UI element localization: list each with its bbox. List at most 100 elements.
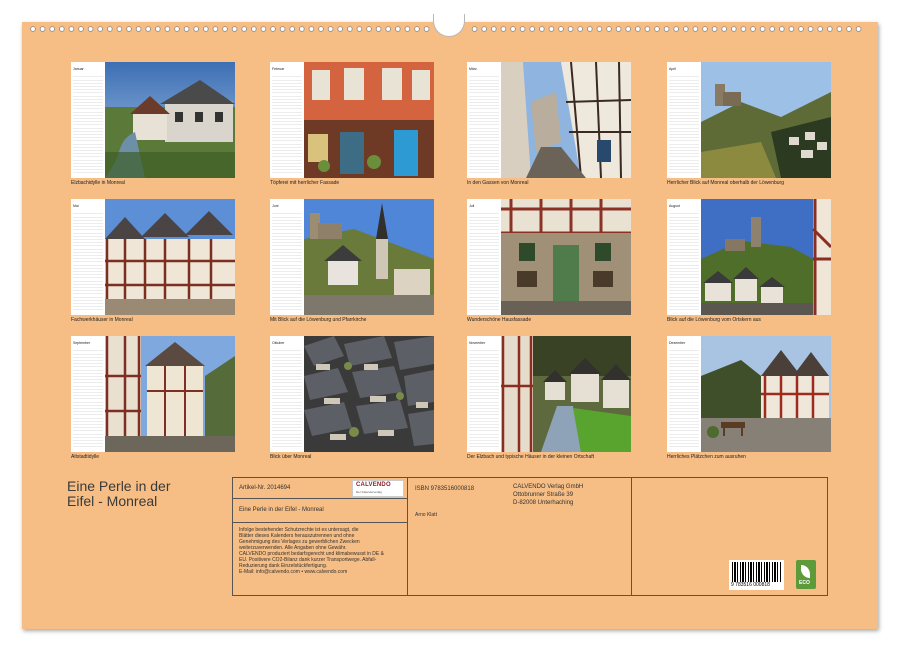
calendar-grid: Oktober: [270, 336, 304, 452]
binding-ring: [394, 26, 401, 32]
binding-ring: [193, 26, 200, 32]
binding-ring: [346, 26, 353, 32]
calendar-grid: Dezember: [667, 336, 701, 452]
binding-ring: [711, 26, 718, 32]
month-caption: Wunderschöne Hausfassade: [467, 317, 532, 323]
binding-ring: [203, 26, 209, 32]
binding-ring: [49, 26, 55, 32]
binding-ring: [318, 26, 324, 32]
month-caption: Elzbachidylle in Monreal: [71, 180, 125, 186]
eco-leaf-icon: ECO: [796, 560, 816, 589]
month-name: April: [669, 67, 677, 71]
calendar-grid: Februar: [270, 62, 304, 178]
calendar-grid: September: [71, 336, 105, 452]
product-title: Eine Perle in der Eifel - Monreal: [239, 507, 324, 513]
binding-ring: [145, 26, 152, 32]
barcode: 9 783516 000818: [729, 560, 784, 590]
binding-ring: [826, 26, 833, 32]
binding-ring: [385, 26, 392, 32]
binding-ring: [337, 26, 344, 32]
month-photo: [701, 199, 831, 315]
binding-ring: [135, 26, 142, 32]
binding-ring: [251, 26, 257, 32]
calendar-title: Eine Perle in der Eifel - Monreal: [67, 479, 171, 509]
binding-ring: [126, 26, 132, 32]
binding-ring: [481, 26, 488, 32]
title-row: Eine Perle in der Eifel - Monreal: [233, 498, 407, 523]
month-photo: [304, 199, 434, 315]
binding-ring: [615, 26, 622, 32]
binding-ring: [538, 26, 545, 32]
binding-ring: [270, 26, 276, 32]
binding-ring: [404, 26, 411, 32]
eco-label: ECO: [799, 580, 810, 586]
binding-ring: [375, 26, 382, 32]
binding-ring: [644, 26, 651, 32]
binding-ring: [836, 26, 843, 32]
binding-ring: [327, 26, 334, 32]
month-name: August: [669, 204, 680, 208]
publisher-line: Ottobrunner Straße 39: [513, 492, 574, 498]
month-caption: Mit Blick auf die Löwenburg und Pfarrkir…: [270, 317, 367, 323]
binding-ring: [308, 26, 315, 32]
article-number: Artikel-Nr. 2014694: [239, 485, 291, 491]
binding-ring: [702, 26, 708, 32]
binding-ring: [87, 26, 94, 32]
month-photo: [501, 62, 631, 178]
binding-ring: [577, 26, 583, 32]
binding-ring: [606, 26, 612, 32]
month-caption: Töpferei mit herrlicher Fassade: [270, 180, 340, 186]
binding-ring: [222, 26, 228, 32]
publisher-address: CALVENDO Verlag GmbH Ottobrunner Straße …: [513, 483, 583, 507]
binding-ring: [260, 26, 267, 32]
binding-ring: [212, 26, 219, 32]
binding-ring: [654, 26, 660, 32]
month-photo: [501, 336, 631, 452]
binding-ring: [750, 26, 756, 32]
binding-ring: [855, 26, 862, 32]
month-caption: Fachwerkhäuser in Monreal: [71, 317, 133, 323]
month-caption: Herrliches Plätzchen zum ausruhen: [667, 454, 746, 460]
calendar-grid: April: [667, 62, 701, 178]
month-photo: [701, 62, 831, 178]
month-caption: Herrlicher Blick auf Monreal oberhalb de…: [667, 180, 785, 186]
logo-subtext: Der Kalenderverlag: [356, 490, 382, 494]
month-photo: [105, 62, 235, 178]
binding-ring: [682, 26, 689, 32]
month-caption: Blick über Monreal: [270, 454, 312, 460]
month-photo: [304, 336, 434, 452]
article-row: Artikel-Nr. 2014694 CALVENDO Der Kalende…: [233, 478, 407, 499]
calendar-grid: Juni: [270, 199, 304, 315]
binding-ring: [471, 26, 478, 32]
month-photo: [501, 199, 631, 315]
binding-ring: [183, 26, 190, 32]
author: Arno Klatt: [415, 512, 437, 518]
binding-ring: [116, 26, 123, 32]
calvendo-logo: CALVENDO Der Kalenderverlag: [352, 480, 404, 497]
publisher-line: CALVENDO Verlag GmbH: [513, 484, 584, 490]
calendar-grid: August: [667, 199, 701, 315]
binding-ring: [58, 26, 65, 32]
binding-ring: [97, 26, 103, 32]
barcode-number: 9 783516 000818: [731, 582, 770, 588]
binding-ring: [289, 26, 296, 32]
calendar-grid: Juli: [467, 199, 501, 315]
binding-ring: [78, 26, 84, 32]
logo-text: CALVENDO: [356, 482, 391, 488]
month-name: Dezember: [669, 341, 686, 345]
month-name: Oktober: [272, 341, 285, 345]
binding-ring: [164, 26, 171, 32]
binding-ring: [155, 26, 161, 32]
binding-ring: [490, 26, 497, 32]
calendar-grid: November: [467, 336, 501, 452]
binding-ring: [634, 26, 641, 32]
binding-ring: [663, 26, 670, 32]
info-column-left: Artikel-Nr. 2014694 CALVENDO Der Kalende…: [233, 478, 408, 595]
month-name: Mai: [73, 204, 79, 208]
binding-ring: [174, 26, 180, 32]
binding-ring: [558, 26, 564, 32]
month-name: Juni: [272, 204, 279, 208]
binding-ring: [759, 26, 766, 32]
legal-line: E-Mail: info@calvendo.com • www.calvendo…: [239, 569, 348, 575]
month-name: März: [469, 67, 477, 71]
